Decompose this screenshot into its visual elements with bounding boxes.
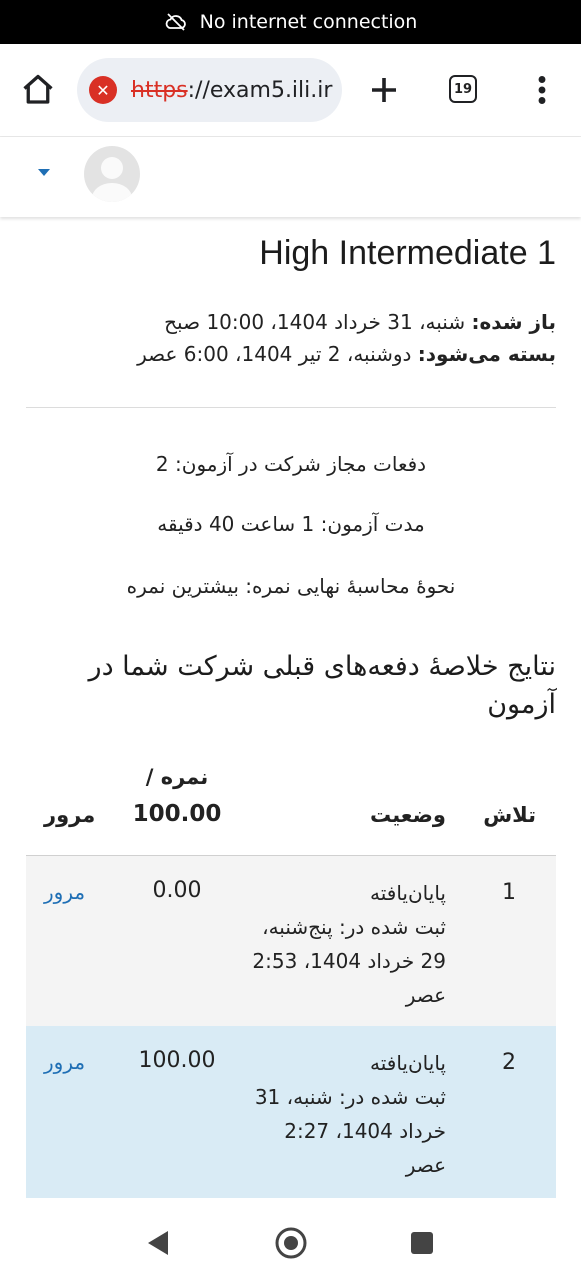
- recents-icon[interactable]: [410, 1231, 434, 1255]
- cloud-off-icon: [165, 13, 186, 31]
- attempt-number: 2: [502, 1050, 516, 1075]
- closes-line: بسته می‌شود: دوشنبه، 2 تیر 1404، 6:00 عص…: [137, 342, 556, 366]
- site-navbar: [0, 137, 581, 217]
- table-row: 2 پایان‌یافته ثبت شده در: شنبه، 31 خرداد…: [26, 1026, 556, 1198]
- offline-message: No internet connection: [199, 11, 418, 33]
- header-grade-max: 100.00: [132, 801, 222, 827]
- attempts-allowed: دفعات مجاز شرکت در آزمون: 2: [155, 452, 427, 476]
- home-icon[interactable]: [20, 72, 56, 108]
- attempt-number: 1: [502, 880, 516, 905]
- offline-banner: No internet connection: [0, 0, 581, 44]
- insecure-warning-icon[interactable]: ✕: [89, 76, 117, 104]
- header-review: مرور: [44, 803, 96, 827]
- browser-toolbar: ✕ https://exam5.ili.ir 19: [0, 44, 581, 137]
- review-link[interactable]: مرور: [44, 1050, 85, 1074]
- review-link[interactable]: مرور: [44, 880, 85, 904]
- attempt-grade: 0.00: [152, 878, 202, 903]
- attempt-grade: 100.00: [138, 1048, 216, 1073]
- header-attempt: تلاش: [483, 803, 536, 827]
- attempt-state: پایان‌یافته ثبت شده در: شنبه، 31 خرداد 1…: [254, 1051, 446, 1177]
- header-grade-label: نمره /: [145, 765, 209, 789]
- attempts-table-header: تلاش وضعیت نمره / 100.00 مرور: [26, 745, 556, 857]
- user-menu-caret-icon[interactable]: [38, 169, 50, 176]
- quiz-dates: باز شده: شنبه، 31 خرداد 1404، 10:00 صبح …: [26, 306, 556, 370]
- attempt-state: پایان‌یافته ثبت شده در: پنج‌شنبه، 29 خرد…: [252, 881, 446, 1007]
- table-row: 1 پایان‌یافته ثبت شده در: پنج‌شنبه، 29 خ…: [26, 856, 556, 1026]
- url-text[interactable]: https://exam5.ili.ir: [131, 78, 332, 103]
- overflow-menu-icon[interactable]: [530, 72, 554, 108]
- new-tab-icon[interactable]: [366, 72, 402, 108]
- summary-heading: نتایج خلاصهٔ دفعه‌های قبلی شرکت شما در آ…: [88, 651, 556, 720]
- header-state: وضعیت: [369, 803, 446, 827]
- home-circle-icon[interactable]: [274, 1226, 308, 1260]
- system-navigation-bar: [0, 1200, 581, 1280]
- tab-switcher-button[interactable]: 19: [449, 75, 477, 103]
- opened-line: باز شده: شنبه، 31 خرداد 1404، 10:00 صبح: [164, 310, 556, 334]
- time-limit: مدت آزمون: 1 ساعت 40 دقیقه: [157, 512, 425, 536]
- divider: [26, 407, 556, 408]
- user-avatar[interactable]: [84, 146, 140, 202]
- back-icon[interactable]: [146, 1230, 170, 1256]
- grading-method: نحوهٔ محاسبهٔ نهایی نمره: بیشترین نمره: [126, 574, 456, 598]
- quiz-title: High Intermediate 1: [259, 234, 556, 272]
- address-bar[interactable]: ✕ https://exam5.ili.ir: [77, 58, 342, 122]
